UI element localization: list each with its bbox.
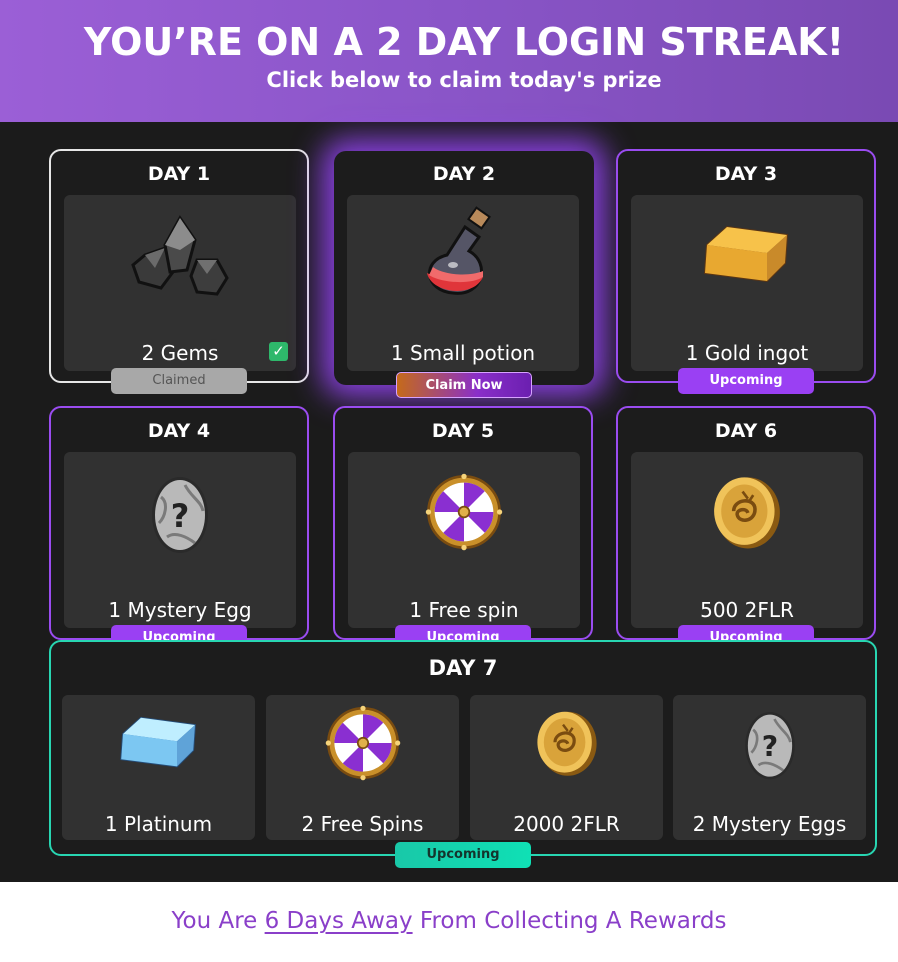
day-card-2[interactable]: DAY 2 1 Small potion Claim Now — [334, 151, 594, 398]
mystery-egg-icon — [125, 462, 235, 562]
upcoming-badge: Upcoming — [395, 842, 531, 868]
reward-label: 2000 2FLR — [513, 812, 620, 836]
potion-icon — [408, 205, 518, 305]
day-label: DAY 2 — [432, 163, 496, 185]
day-label: DAY 5 — [431, 420, 495, 442]
day-label: DAY 1 — [147, 163, 211, 185]
coin-icon — [692, 462, 802, 562]
streak-header: YOU’RE ON A 2 DAY LOGIN STREAK! Click be… — [0, 0, 898, 122]
reward-label: 2 Gems — [141, 341, 219, 365]
reward-tile: 1 Mystery Egg — [64, 452, 296, 628]
day-card-1: DAY 1 2 Gems ✓ Claimed — [49, 149, 309, 394]
upcoming-badge: Upcoming — [678, 368, 814, 394]
claimed-badge: Claimed — [111, 368, 247, 394]
reward-label: 1 Free spin — [409, 598, 519, 622]
spin-wheel-icon — [409, 462, 519, 562]
reward-label: 1 Small potion — [390, 341, 536, 365]
reward-label: 500 2FLR — [700, 598, 794, 622]
reward-tile: 2 Mystery Eggs — [673, 695, 866, 840]
day-card-6: DAY 6 500 2FLR Upcoming — [616, 406, 876, 651]
reward-tile: 1 Small potion — [347, 195, 579, 371]
mystery-egg-icon — [720, 698, 820, 788]
day-card-3: DAY 3 1 Gold ingot Upcoming — [616, 149, 876, 394]
day-label: DAY 7 — [428, 656, 498, 680]
reward-label: 2 Mystery Eggs — [692, 812, 847, 836]
day-card-7: DAY 7 1 Platinum 2 Free Spins 2000 2FLR … — [49, 640, 877, 868]
reward-tile: 2 Free Spins — [266, 695, 459, 840]
reward-tile: 1 Gold ingot — [631, 195, 863, 371]
reward-tile: 2 Gems ✓ — [64, 195, 296, 371]
day-label: DAY 6 — [714, 420, 778, 442]
spin-wheel-icon — [313, 698, 413, 788]
claim-now-button[interactable]: Claim Now — [396, 372, 532, 398]
day-label: DAY 4 — [147, 420, 211, 442]
reward-tile: 500 2FLR — [631, 452, 863, 628]
day-label: DAY 3 — [714, 163, 778, 185]
day-card-4: DAY 4 1 Mystery Egg Upcoming — [49, 406, 309, 651]
reward-tile: 1 Free spin — [348, 452, 580, 628]
footer-prefix: You Are — [171, 908, 265, 934]
checkmark-icon: ✓ — [269, 342, 288, 361]
rewards-board: DAY 1 2 Gems ✓ Claimed DAY 2 1 Small pot… — [0, 122, 898, 882]
gold-ingot-icon — [692, 205, 802, 305]
gems-icon — [125, 205, 235, 305]
page-subtitle: Click below to claim today's prize — [266, 68, 662, 92]
coin-icon — [517, 698, 617, 788]
streak-footer: You Are 6 Days Away From Collecting A Re… — [0, 882, 898, 962]
days-away-link[interactable]: 6 Days Away — [265, 908, 413, 934]
reward-tile: 2000 2FLR — [470, 695, 663, 840]
platinum-ingot-icon — [109, 698, 209, 788]
reward-label: 1 Gold ingot — [685, 341, 809, 365]
page-title: YOU’RE ON A 2 DAY LOGIN STREAK! — [83, 20, 845, 64]
reward-tile: 1 Platinum — [62, 695, 255, 840]
day-card-5: DAY 5 1 Free spin Upcoming — [333, 406, 593, 651]
reward-label: 2 Free Spins — [301, 812, 424, 836]
reward-label: 1 Mystery Egg — [108, 598, 252, 622]
footer-suffix: From Collecting A Rewards — [412, 908, 727, 934]
reward-label: 1 Platinum — [104, 812, 213, 836]
